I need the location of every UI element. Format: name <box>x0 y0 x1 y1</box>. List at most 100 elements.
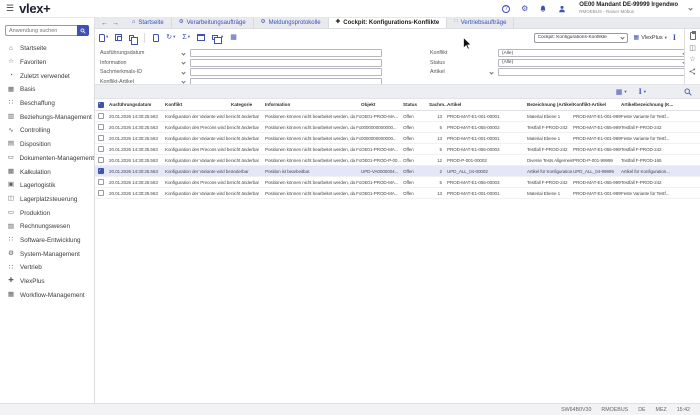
table-row[interactable]: 20.01.2026 14:30:25.563 Konfiguration de… <box>95 144 700 155</box>
help-icon[interactable]: ? <box>502 5 510 13</box>
sidebar-item[interactable]: ▦ Basis <box>0 83 94 97</box>
sidebar-item-icon: ∿ <box>7 128 15 135</box>
favorite-star-icon[interactable]: ☆ <box>689 56 695 63</box>
table-row[interactable]: 20.01.2026 14:30:25.563 Konfiguration de… <box>95 166 700 177</box>
filter-input[interactable] <box>190 68 382 76</box>
row-checkbox[interactable] <box>98 113 104 119</box>
chevron-down-icon[interactable] <box>180 52 186 55</box>
sidebar-item[interactable]: ▨ Rechnungswesen <box>0 220 94 234</box>
sidebar-item-label: VlexPlus <box>20 278 45 285</box>
column-header[interactable]: Kategorie <box>231 102 265 107</box>
sidebar-item[interactable]: ▣ Lagerlogistik <box>0 179 94 193</box>
apply-filter-search-button[interactable] <box>684 88 692 96</box>
copy-button[interactable] <box>129 35 136 41</box>
cell-konflikt-artikel: PROD-P-001-99999 <box>573 158 621 163</box>
nav-back-icon[interactable]: ← <box>101 20 108 27</box>
sidebar-item[interactable]: ⚙ System-Management <box>0 247 94 261</box>
sidebar-item[interactable]: ▩ Kalkulation <box>0 165 94 179</box>
column-header[interactable]: Konflikt-Artikel <box>573 102 621 107</box>
column-header[interactable]: Objekt <box>361 102 403 107</box>
sidebar-item[interactable]: ▤ Disposition <box>0 138 94 152</box>
table-row[interactable]: 20.01.2026 14:30:25.563 Konfiguration de… <box>95 188 700 199</box>
sidebar-item[interactable]: ▭ Produktion <box>0 206 94 220</box>
chevron-down-icon[interactable] <box>180 80 186 83</box>
artikel-input[interactable] <box>498 68 690 76</box>
row-checkbox[interactable] <box>98 190 104 196</box>
column-header[interactable]: Ausführungsdatum <box>109 102 165 107</box>
select-all-checkbox[interactable] <box>98 102 104 108</box>
column-header[interactable]: Konflikt <box>165 102 231 107</box>
user-icon[interactable] <box>558 5 566 13</box>
row-checkbox[interactable] <box>98 157 104 163</box>
menu-icon[interactable]: ☰ <box>6 4 14 13</box>
sidebar-item[interactable]: ⌂ Startseite <box>0 42 94 56</box>
nav-forward-icon[interactable]: → <box>112 20 119 27</box>
table-row[interactable]: 20.01.2026 14:30:25.563 Konfiguration de… <box>95 111 700 122</box>
row-checkbox[interactable] <box>98 135 104 141</box>
column-header[interactable]: Artikel <box>447 102 527 107</box>
chevron-down-icon[interactable] <box>180 71 186 74</box>
sidebar-item-icon: ⚙ <box>7 251 15 258</box>
new-record-button[interactable]: ▾ <box>99 34 108 42</box>
row-checkbox[interactable] <box>98 146 104 152</box>
field-filter-button[interactable]: I▾ <box>639 88 646 96</box>
column-header[interactable]: Information <box>265 102 361 107</box>
field-tool-icon[interactable]: I <box>673 34 676 42</box>
grid-export-button[interactable]: ▦ <box>230 34 237 41</box>
sidebar-item-label: Controlling <box>20 127 50 134</box>
row-checkbox[interactable] <box>98 168 104 174</box>
table-row[interactable]: 20.01.2026 14:30:25.563 Konfiguration de… <box>95 133 700 144</box>
column-header[interactable]: Artikelbezeichnung (K... <box>621 102 700 107</box>
sidebar-item[interactable]: ∷ Software-Entwicklung <box>0 234 94 248</box>
chevron-down-icon[interactable] <box>488 71 494 74</box>
table-row[interactable]: 20.01.2026 14:30:25.563 Konfiguration de… <box>95 122 700 133</box>
notifications-bell-icon[interactable] <box>539 5 547 13</box>
cell-kategorie: änderbar <box>231 169 265 174</box>
sidebar-item[interactable]: ✚ VlexPlus <box>0 275 94 289</box>
row-checkbox[interactable] <box>98 124 104 130</box>
cascade-windows-button[interactable]: ▾ <box>212 35 223 40</box>
sidebar-item[interactable]: ∷ Vertrieb <box>0 261 94 275</box>
reload-record-button[interactable] <box>153 34 159 42</box>
sidebar-item[interactable]: ☆ Favoriten <box>0 56 94 70</box>
row-checkbox[interactable] <box>98 179 104 185</box>
sidebar-item[interactable]: ▥ Beziehungs-Management <box>0 110 94 124</box>
sidebar-item[interactable]: ▭ Dokumenten-Management <box>0 152 94 166</box>
window-button[interactable] <box>197 34 205 41</box>
view-select[interactable]: Cockpit: Konfigurations-Konflikte <box>534 33 628 43</box>
konflikt-select[interactable]: (Alle) <box>498 49 690 57</box>
tenant-info[interactable]: OE00 Mandant DE-99999 Irgendwo RMOEBUS -… <box>579 2 678 14</box>
filter-input[interactable] <box>190 49 382 57</box>
table-row[interactable]: 20.01.2026 14:30:25.563 Konfiguration de… <box>95 155 700 166</box>
chevron-down-icon[interactable] <box>688 6 692 10</box>
table-row[interactable]: 20.01.2026 14:30:25.563 Konfiguration de… <box>95 177 700 188</box>
tab[interactable]: ⚙ Meldungsprotokolle <box>254 18 329 28</box>
clipboard-icon[interactable] <box>690 32 696 40</box>
column-header[interactable]: Status <box>403 102 429 107</box>
column-header[interactable]: Bezeichnung (Artikel) <box>527 102 573 107</box>
vlexplus-menu-button[interactable]: ▦ VlexPlus ▾ <box>634 34 667 41</box>
tab[interactable]: ✚ Cockpit: Konfigurations-Konflikte <box>329 18 448 28</box>
sidebar-search-input[interactable] <box>5 25 77 36</box>
tab[interactable]: ∷ Vertriebsaufträge <box>447 18 514 28</box>
filter-input[interactable] <box>190 59 382 67</box>
sidebar-item[interactable]: ▦ Workflow-Management <box>0 288 94 302</box>
status-select[interactable]: (Alle) <box>498 59 690 67</box>
settings-gear-icon[interactable]: ⚙ <box>521 5 528 13</box>
sidebar-item[interactable]: ∷ Beschaffung <box>0 97 94 111</box>
sidebar-item[interactable]: ◔ Zuletzt verwendet <box>0 69 94 83</box>
sum-button[interactable]: Σ▾ <box>182 34 190 41</box>
chevron-down-icon[interactable] <box>180 61 186 64</box>
kanban-view-icon[interactable]: ◫ <box>689 45 696 52</box>
column-header[interactable]: Sachm... <box>429 102 447 107</box>
sidebar-item[interactable]: ∿ Controlling <box>0 124 94 138</box>
share-icon[interactable] <box>689 68 696 75</box>
chevron-down-icon <box>620 35 624 39</box>
tab[interactable]: ⌂ Startseite <box>125 18 172 28</box>
column-settings-button[interactable]: ▦▾ <box>616 88 627 96</box>
refresh-button[interactable]: ↻▾ <box>166 34 175 41</box>
save-button[interactable] <box>115 34 122 41</box>
tab[interactable]: ⚙ Verarbeitungsaufträge <box>172 18 254 28</box>
sidebar-search-button[interactable] <box>77 25 89 36</box>
sidebar-item[interactable]: ◫ Lagerplatzsteuerung <box>0 193 94 207</box>
